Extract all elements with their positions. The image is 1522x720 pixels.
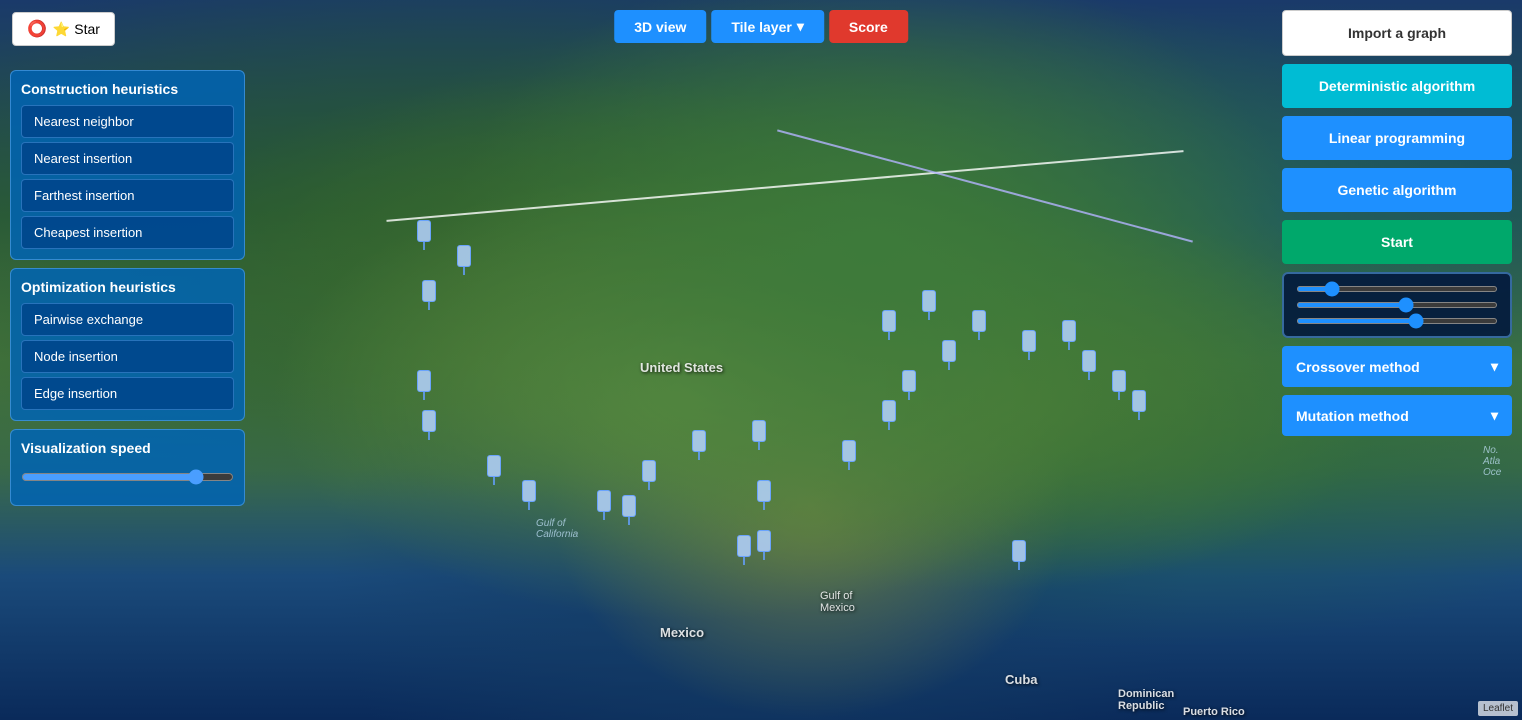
map-marker[interactable] — [840, 440, 858, 470]
mutation-dropdown-arrow: ▾ — [1491, 407, 1498, 424]
view-3d-button[interactable]: 3D view — [614, 10, 706, 43]
map-marker[interactable] — [595, 490, 613, 520]
left-sidebar: Construction heuristics Nearest neighbor… — [10, 70, 245, 506]
speed-slider[interactable] — [21, 469, 234, 485]
map-marker[interactable] — [900, 370, 918, 400]
optimization-heuristics-panel: Optimization heuristics Pairwise exchang… — [10, 268, 245, 421]
linear-programming-button[interactable]: Linear programming — [1282, 116, 1512, 160]
nearest-insertion-button[interactable]: Nearest insertion — [21, 142, 234, 175]
map-marker[interactable] — [1080, 350, 1098, 380]
tile-layer-arrow: ▾ — [797, 18, 804, 35]
map-marker[interactable] — [690, 430, 708, 460]
map-marker[interactable] — [970, 310, 988, 340]
construction-title: Construction heuristics — [21, 81, 234, 97]
slider-row-1 — [1296, 286, 1498, 292]
deterministic-algorithm-button[interactable]: Deterministic algorithm — [1282, 64, 1512, 108]
start-button[interactable]: Start — [1282, 220, 1512, 264]
speed-title: Visualization speed — [21, 440, 234, 456]
nearest-neighbor-button[interactable]: Nearest neighbor — [21, 105, 234, 138]
tile-layer-label: Tile layer — [731, 19, 791, 35]
genetic-algorithm-button[interactable]: Genetic algorithm — [1282, 168, 1512, 212]
map-marker[interactable] — [415, 220, 433, 250]
map-marker[interactable] — [620, 495, 638, 525]
optimization-title: Optimization heuristics — [21, 279, 234, 295]
map-marker[interactable] — [420, 280, 438, 310]
score-button[interactable]: Score — [829, 10, 908, 43]
map-marker[interactable] — [735, 535, 753, 565]
edge-insertion-button[interactable]: Edge insertion — [21, 377, 234, 410]
map-marker[interactable] — [920, 290, 938, 320]
map-marker[interactable] — [750, 420, 768, 450]
map-marker[interactable] — [420, 410, 438, 440]
cheapest-insertion-button[interactable]: Cheapest insertion — [21, 216, 234, 249]
map-marker[interactable] — [755, 480, 773, 510]
construction-buttons: Nearest neighbor Nearest insertion Farth… — [21, 105, 234, 249]
map-marker[interactable] — [1020, 330, 1038, 360]
node-insertion-button[interactable]: Node insertion — [21, 340, 234, 373]
crossover-method-label: Crossover method — [1296, 359, 1420, 375]
map-marker[interactable] — [755, 530, 773, 560]
right-sidebar: Import a graph Deterministic algorithm L… — [1282, 10, 1512, 436]
map-marker[interactable] — [880, 400, 898, 430]
map-marker[interactable] — [455, 245, 473, 275]
map-marker[interactable] — [1110, 370, 1128, 400]
map-marker[interactable] — [1130, 390, 1148, 420]
map-marker[interactable] — [640, 460, 658, 490]
optimization-buttons: Pairwise exchange Node insertion Edge in… — [21, 303, 234, 410]
crossover-dropdown-arrow: ▾ — [1491, 358, 1498, 375]
map-marker[interactable] — [940, 340, 958, 370]
map-marker[interactable] — [1010, 540, 1028, 570]
map-marker[interactable] — [415, 370, 433, 400]
slider-row-2 — [1296, 302, 1498, 308]
map-marker[interactable] — [1060, 320, 1078, 350]
map-marker[interactable] — [485, 455, 503, 485]
github-icon: ⭕ — [27, 19, 47, 39]
map-marker[interactable] — [880, 310, 898, 340]
speed-slider-container — [21, 464, 234, 495]
genetic-slider-1[interactable] — [1296, 286, 1498, 292]
continent-overlay — [200, 0, 1422, 720]
map-marker[interactable] — [520, 480, 538, 510]
tile-layer-button[interactable]: Tile layer ▾ — [711, 10, 823, 43]
farthest-insertion-button[interactable]: Farthest insertion — [21, 179, 234, 212]
visualization-speed-panel: Visualization speed — [10, 429, 245, 506]
leaflet-attribution: Leaflet — [1478, 701, 1518, 716]
construction-heuristics-panel: Construction heuristics Nearest neighbor… — [10, 70, 245, 260]
crossover-method-button[interactable]: Crossover method ▾ — [1282, 346, 1512, 387]
mutation-method-label: Mutation method — [1296, 408, 1409, 424]
import-graph-button[interactable]: Import a graph — [1282, 10, 1512, 56]
github-star-button[interactable]: ⭕ ⭐ Star — [12, 12, 115, 46]
pairwise-exchange-button[interactable]: Pairwise exchange — [21, 303, 234, 336]
top-bar: 3D view Tile layer ▾ Score — [614, 10, 908, 43]
github-star-label: ⭐ Star — [53, 21, 100, 38]
sliders-panel — [1282, 272, 1512, 338]
mutation-method-button[interactable]: Mutation method ▾ — [1282, 395, 1512, 436]
slider-row-3 — [1296, 318, 1498, 324]
genetic-slider-3[interactable] — [1296, 318, 1498, 324]
genetic-slider-2[interactable] — [1296, 302, 1498, 308]
